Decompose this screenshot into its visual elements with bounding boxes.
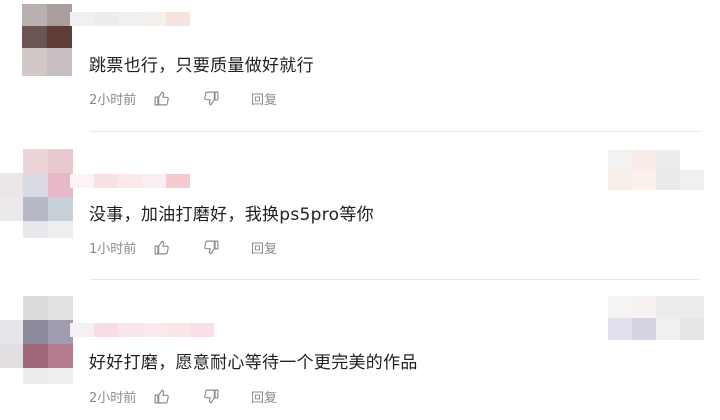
- comment-time: 2小时前: [89, 390, 137, 406]
- thumbs-up-icon: [154, 389, 169, 403]
- like-button[interactable]: [151, 386, 171, 406]
- comment-text: 好好打磨，愿意耐心等待一个更完美的作品: [89, 353, 418, 373]
- comment-item: 没事，加油打磨好，我换ps5pro等你 1小时前 回复: [0, 132, 720, 280]
- like-button[interactable]: [151, 237, 171, 257]
- avatar[interactable]: [0, 149, 73, 238]
- thumbs-down-icon: [203, 91, 218, 105]
- thumbs-down-icon: [203, 240, 218, 254]
- comment-item: 好好打磨，愿意耐心等待一个更完美的作品 2小时前 回复: [0, 280, 720, 420]
- comment-item: 跳票也行，只要质量做好就行 2小时前 回复: [0, 0, 720, 132]
- dislike-button[interactable]: [201, 386, 221, 406]
- thumbs-down-icon: [203, 389, 218, 403]
- comment-text: 没事，加油打磨好，我换ps5pro等你: [89, 205, 374, 225]
- comment-meta: 2小时前 回复: [89, 386, 277, 406]
- comment-time: 2小时前: [89, 92, 137, 108]
- comment-meta: 1小时前 回复: [89, 237, 277, 257]
- reply-button[interactable]: 回复: [251, 238, 277, 257]
- comment-time: 1小时前: [89, 241, 137, 257]
- thumbs-up-icon: [154, 91, 169, 105]
- avatar[interactable]: [0, 296, 73, 384]
- dislike-button[interactable]: [201, 88, 221, 108]
- like-button[interactable]: [151, 88, 171, 108]
- avatar[interactable]: [22, 4, 72, 76]
- dislike-button[interactable]: [201, 237, 221, 257]
- username-mosaic[interactable]: [70, 323, 214, 337]
- comment-text: 跳票也行，只要质量做好就行: [89, 56, 314, 76]
- reply-button[interactable]: 回复: [251, 387, 277, 406]
- username-mosaic[interactable]: [70, 174, 190, 188]
- comment-meta: 2小时前 回复: [89, 88, 277, 108]
- badge-mosaic: [608, 150, 704, 190]
- username-mosaic[interactable]: [70, 12, 190, 26]
- badge-mosaic: [608, 296, 704, 340]
- reply-button[interactable]: 回复: [251, 89, 277, 108]
- thumbs-up-icon: [154, 240, 169, 254]
